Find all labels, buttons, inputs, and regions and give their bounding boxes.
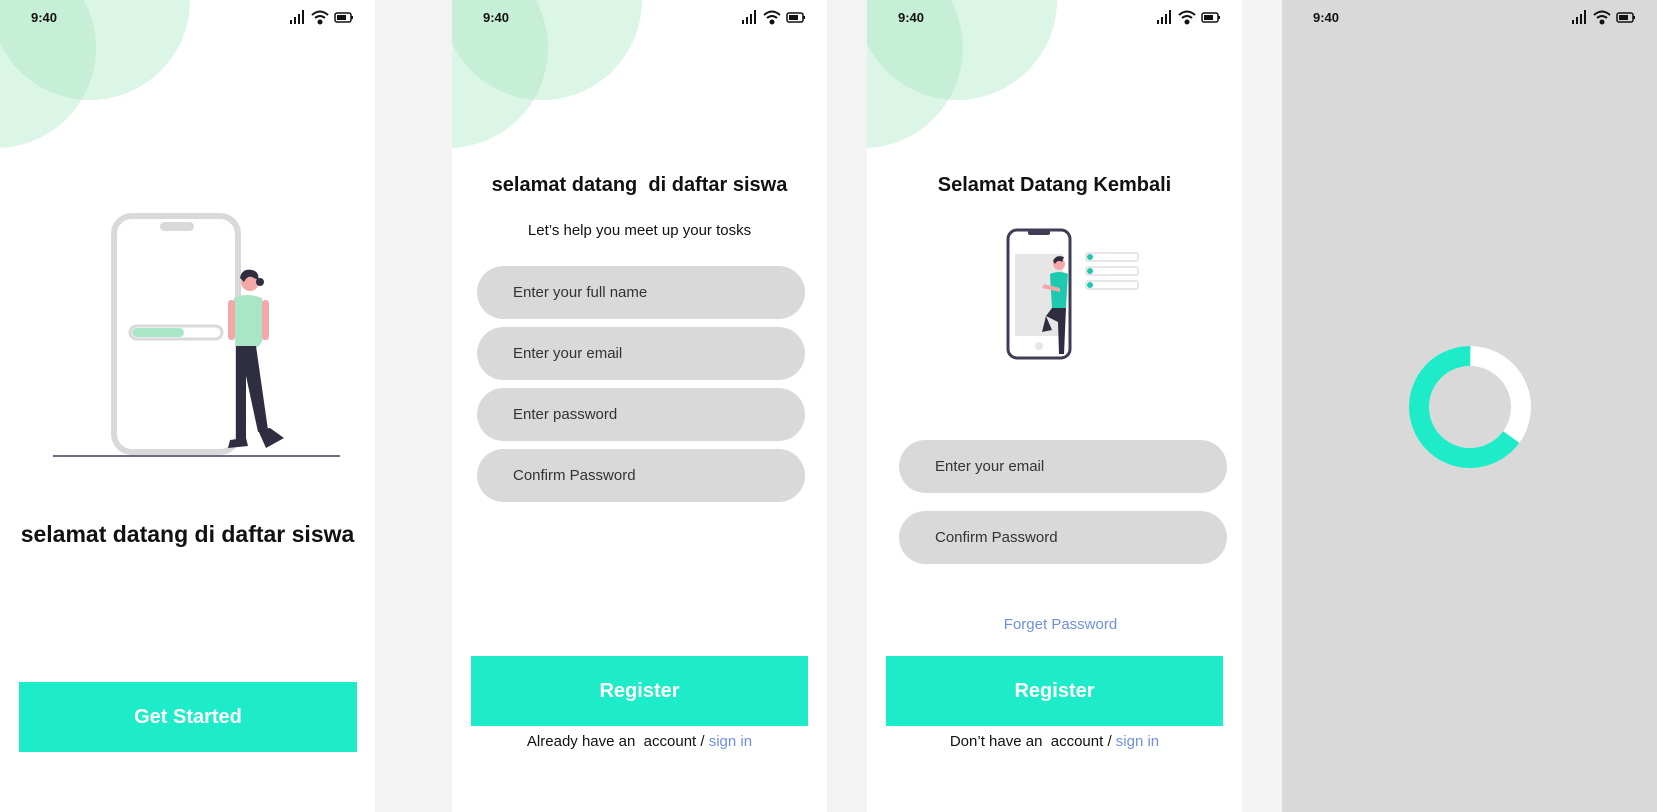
full-name-input[interactable] bbox=[477, 266, 805, 319]
battery-icon bbox=[1201, 12, 1220, 23]
wifi-icon bbox=[763, 10, 781, 25]
welcome-title: selamat datang di daftar siswa bbox=[20, 521, 355, 547]
battery-icon bbox=[334, 12, 353, 23]
wifi-icon bbox=[1178, 10, 1196, 25]
welcome-screen: 9:40 selamat datang di daftar siswa Get … bbox=[0, 0, 375, 812]
login-sign-in-link[interactable]: sign in bbox=[1116, 733, 1159, 750]
status-bar: 9:40 bbox=[452, 0, 827, 34]
login-password-input[interactable] bbox=[899, 511, 1227, 564]
login-illustration bbox=[1006, 228, 1139, 360]
loading-spinner bbox=[1409, 346, 1531, 468]
status-bar: 9:40 bbox=[1282, 0, 1657, 34]
sign-in-link[interactable]: sign in bbox=[709, 733, 752, 750]
battery-icon bbox=[786, 12, 805, 23]
status-time: 9:40 bbox=[483, 10, 510, 25]
signup-prompt-text: Don’t have an account / bbox=[949, 733, 1116, 750]
register-subtitle: Let’s help you meet up your tosks bbox=[527, 222, 752, 239]
wifi-icon bbox=[1593, 10, 1611, 25]
loading-screen: 9:40 bbox=[1282, 0, 1657, 812]
onboarding-illustration bbox=[53, 213, 340, 457]
password-input[interactable] bbox=[477, 388, 805, 441]
signal-icon bbox=[1157, 10, 1171, 24]
login-screen: 9:40 Selamat Datang Kembali Forget Passw… bbox=[867, 0, 1242, 812]
status-time: 9:40 bbox=[31, 10, 58, 25]
wifi-icon bbox=[311, 10, 329, 25]
confirm-password-input[interactable] bbox=[477, 449, 805, 502]
signal-icon bbox=[290, 10, 304, 24]
battery-icon bbox=[1616, 12, 1635, 23]
status-icons bbox=[290, 10, 353, 25]
register-title: selamat datang di daftar siswa bbox=[491, 174, 788, 196]
forget-password-link[interactable]: Forget Password bbox=[873, 616, 1242, 633]
status-icons bbox=[1572, 10, 1635, 25]
status-icons bbox=[1157, 10, 1220, 25]
email-input[interactable] bbox=[477, 327, 805, 380]
register-screen: 9:40 selamat datang di daftar siswa Let’… bbox=[452, 0, 827, 812]
signin-prompt-text: Already have an account / bbox=[526, 733, 709, 750]
login-email-input[interactable] bbox=[899, 440, 1227, 493]
status-time: 9:40 bbox=[1313, 10, 1340, 25]
status-bar: 9:40 bbox=[0, 0, 375, 34]
get-started-button[interactable]: Get Started bbox=[19, 682, 357, 752]
login-title: Selamat Datang Kembali bbox=[937, 174, 1172, 196]
login-register-button[interactable]: Register bbox=[886, 656, 1223, 726]
status-bar: 9:40 bbox=[867, 0, 1242, 34]
status-icons bbox=[742, 10, 805, 25]
signal-icon bbox=[742, 10, 756, 24]
status-time: 9:40 bbox=[898, 10, 925, 25]
register-button[interactable]: Register bbox=[471, 656, 808, 726]
signin-prompt: Already have an account / sign in bbox=[452, 733, 827, 750]
signal-icon bbox=[1572, 10, 1586, 24]
signup-prompt: Don’t have an account / sign in bbox=[867, 733, 1242, 750]
